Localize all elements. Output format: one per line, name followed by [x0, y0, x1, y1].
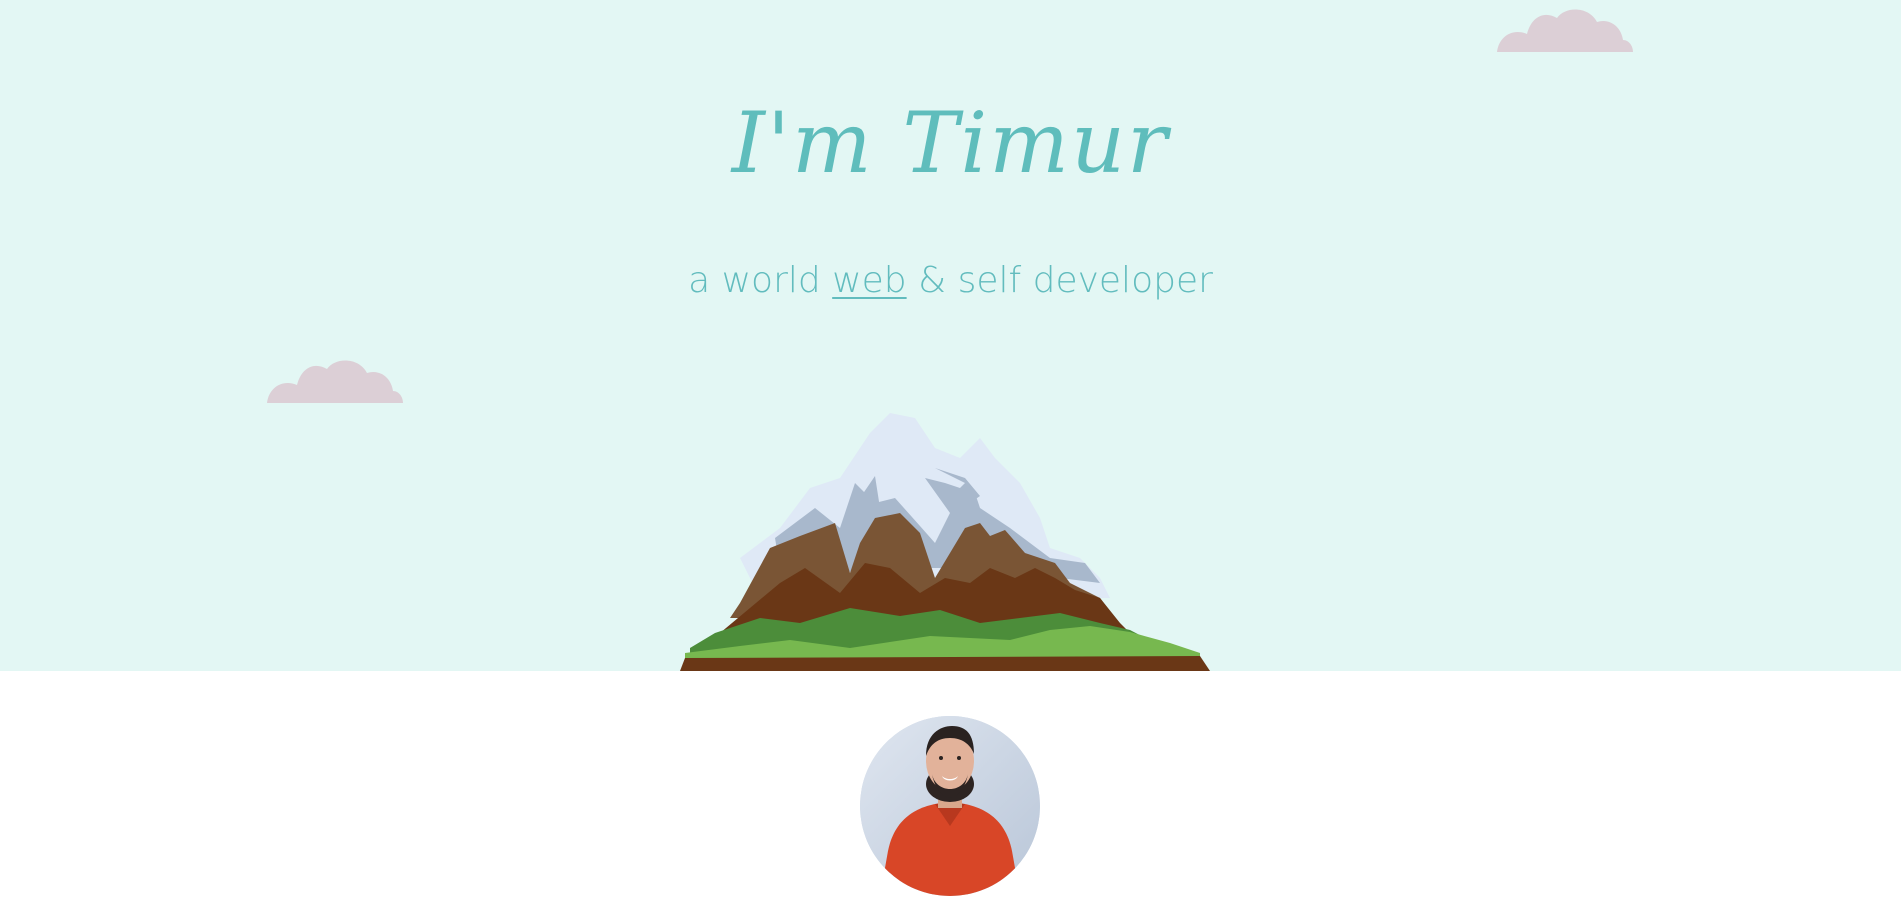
mountain-illustration — [680, 413, 1210, 671]
cloud-icon — [1497, 9, 1633, 52]
avatar — [860, 716, 1040, 896]
cloud-icon — [267, 360, 403, 403]
tagline: a world web & self developer — [0, 257, 1901, 305]
hero-section: I'm Timur a world web & self developer — [0, 0, 1901, 671]
tagline-suffix: & self developer — [906, 260, 1213, 301]
page-title: I'm Timur — [731, 94, 1170, 192]
profile-photo — [860, 716, 1040, 896]
tagline-prefix: a world — [688, 260, 833, 301]
web-link[interactable]: web — [832, 260, 906, 301]
